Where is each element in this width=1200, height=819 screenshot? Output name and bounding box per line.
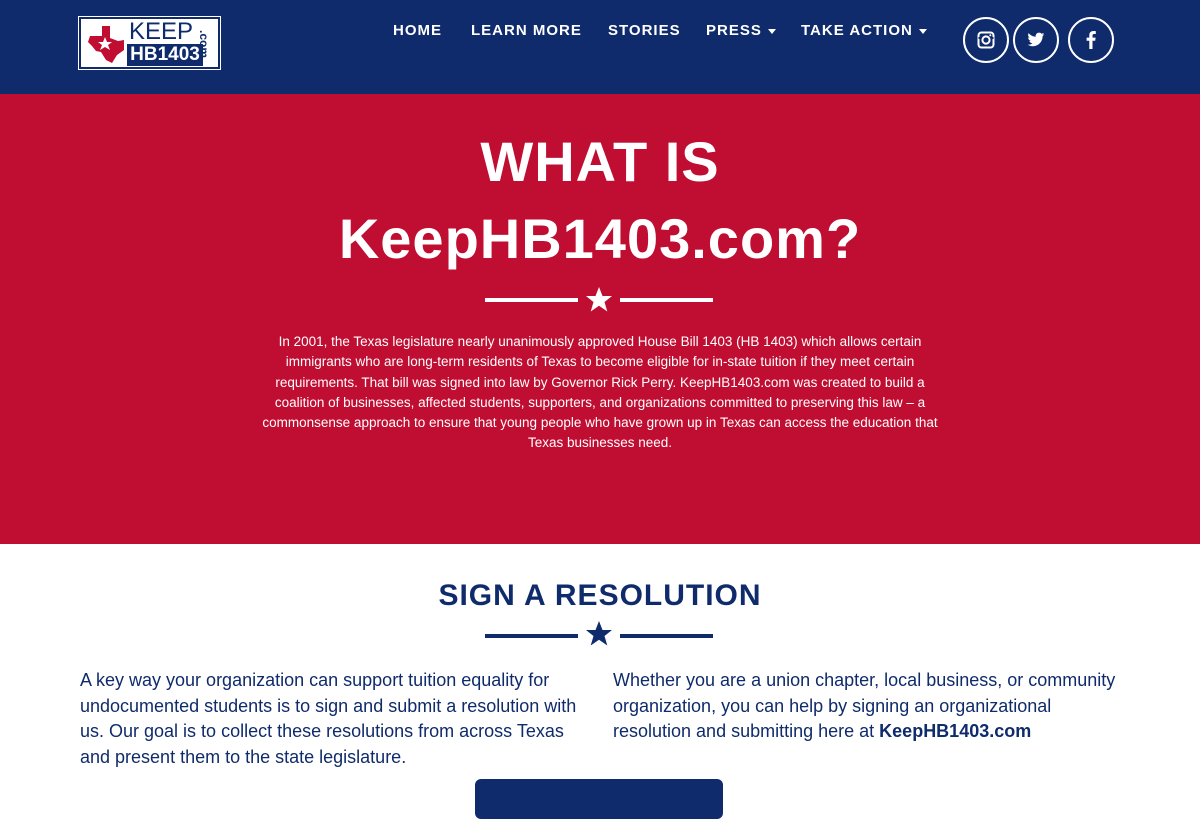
logo-keep-text: KEEP [129, 18, 194, 45]
texas-map-icon [84, 22, 128, 66]
star-divider-blue [485, 619, 713, 649]
star-icon [586, 287, 612, 312]
resolution-right-body: Whether you are a union chapter, local b… [613, 670, 1116, 741]
hero-section: WHAT IS KeepHB1403.com? In 2001, the Tex… [0, 94, 1200, 544]
logo-com-text: .com [197, 23, 218, 66]
nav-press[interactable]: PRESS [706, 20, 776, 42]
nav-home-label: HOME [393, 22, 442, 39]
hero-title-line1: WHAT IS [480, 130, 720, 193]
resolution-left-text: A key way your organization can support … [80, 670, 577, 767]
star-divider [485, 285, 713, 315]
resolution-heading: SIGN A RESOLUTION [438, 579, 762, 612]
nav-learn-more[interactable]: LEARN MORE [471, 20, 582, 42]
sign-resolution-button[interactable] [475, 779, 723, 819]
site-logo[interactable]: KEEP HB1403 .com [78, 16, 221, 70]
instagram-button[interactable] [963, 17, 1009, 63]
logo-com-label: .com [197, 29, 212, 59]
resolution-site-link[interactable]: KeepHB1403.com [879, 721, 1031, 741]
chevron-down-icon [918, 28, 927, 34]
nav-stories[interactable]: STORIES [608, 20, 681, 42]
nav-take-action-label: TAKE ACTION [801, 22, 913, 39]
facebook-button[interactable] [1068, 17, 1114, 63]
resolution-right-text: Whether you are a union chapter, local b… [613, 668, 1123, 745]
facebook-icon [1086, 31, 1096, 49]
twitter-button[interactable] [1013, 17, 1059, 63]
logo-hb-text: HB1403 [127, 44, 203, 66]
nav-take-action[interactable]: TAKE ACTION [801, 20, 927, 42]
star-icon [586, 621, 612, 646]
nav-learn-more-label: LEARN MORE [471, 22, 582, 39]
instagram-icon [977, 31, 995, 49]
site-header: KEEP HB1403 .com HOME LEARN MORE STORIES… [0, 0, 1200, 94]
hero-description: In 2001, the Texas legislature nearly un… [262, 334, 938, 451]
nav-home[interactable]: HOME [393, 20, 442, 42]
twitter-icon [1027, 32, 1045, 47]
chevron-down-icon [767, 28, 776, 34]
nav-stories-label: STORIES [608, 22, 681, 39]
hero-title-line2: KeepHB1403.com? [338, 207, 862, 270]
nav-press-label: PRESS [706, 22, 762, 39]
